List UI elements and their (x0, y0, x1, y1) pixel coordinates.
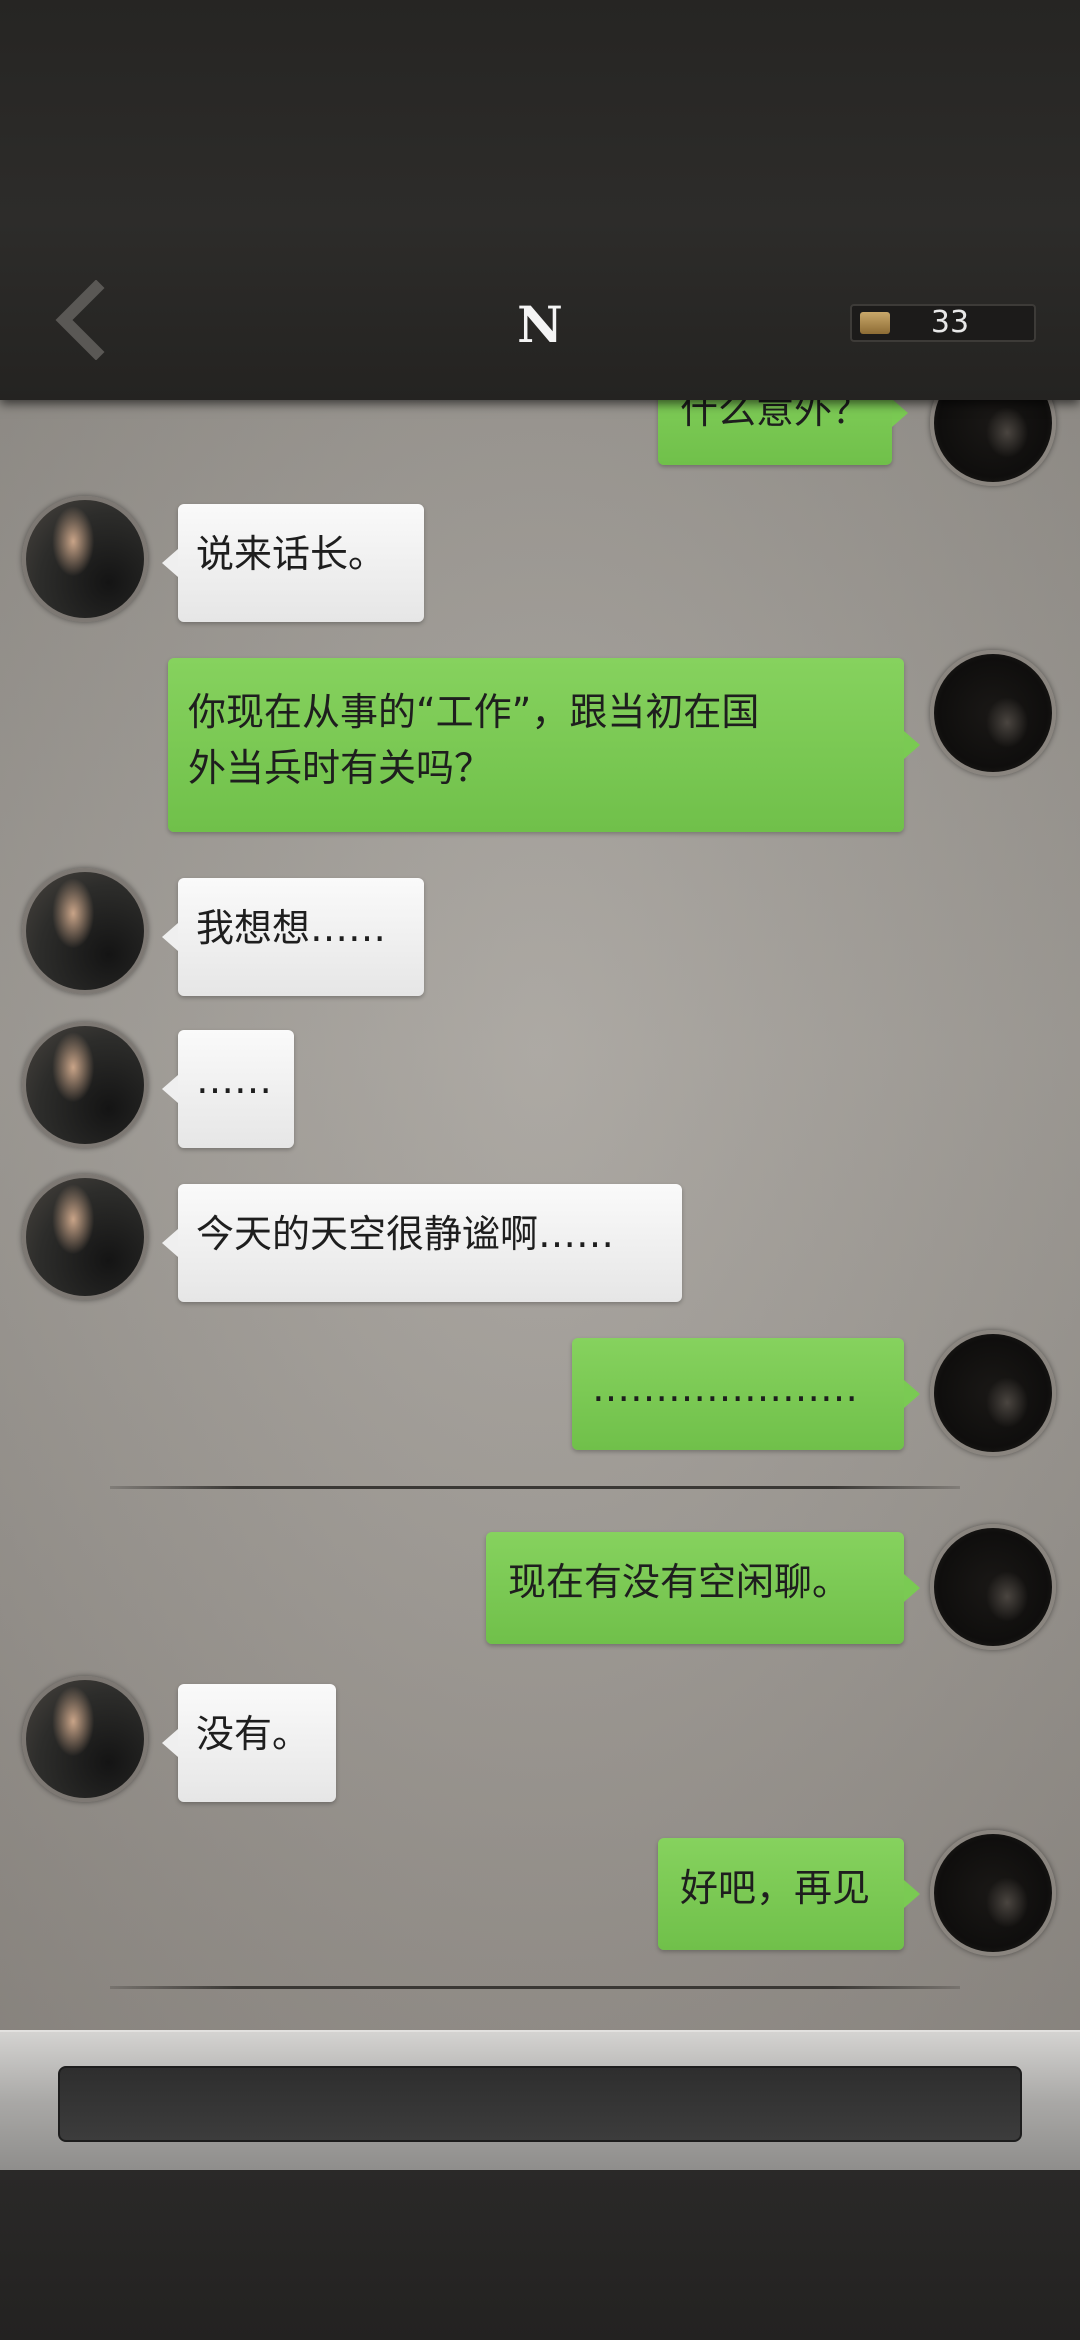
message-text: 没有。 (196, 1712, 311, 1756)
contact-avatar[interactable] (22, 1676, 148, 1802)
player-avatar (930, 1524, 1056, 1650)
message-text-line: 你现在从事的“工作”，跟当初在国 (188, 690, 760, 734)
message-text: ………………… (592, 1366, 858, 1410)
reply-options-panel (0, 2170, 1080, 2340)
chat-area[interactable]: 什么意外？ 说来话长。 你现在从事的“工作”，跟当初在国 外当兵时有关吗？ 我想… (0, 400, 1080, 2030)
message-bubble: ………………… (572, 1338, 920, 1450)
message-bubble: …… (162, 1030, 294, 1148)
contact-avatar[interactable] (22, 868, 148, 994)
chat-divider (110, 1986, 960, 1989)
contact-avatar[interactable] (22, 1022, 148, 1148)
message-text-line: 外当兵时有关吗？ (188, 746, 493, 790)
message-input[interactable] (58, 2066, 1022, 2142)
gold-bar-icon (860, 312, 890, 334)
message-text: 我想想…… (196, 906, 387, 950)
message-text: 说来话长。 (196, 532, 387, 576)
message-bubble: 没有。 (162, 1684, 336, 1802)
message-text: 好吧，再见 (680, 1866, 871, 1910)
player-avatar (930, 1330, 1056, 1456)
message-bubble: 现在有没有空闲聊。 (486, 1532, 920, 1644)
contact-avatar[interactable] (22, 496, 148, 622)
message-text: 今天的天空很静谧啊…… (196, 1212, 615, 1256)
back-button[interactable] (50, 279, 110, 361)
currency-counter: 33 (850, 304, 1036, 342)
message-text: 现在有没有空闲聊。 (508, 1560, 851, 1604)
message-text: …… (196, 1058, 272, 1102)
message-bubble: 什么意外？ (658, 400, 909, 465)
top-bar: N 33 (0, 0, 1080, 400)
player-avatar (930, 400, 1056, 486)
chevron-left-icon (55, 279, 105, 361)
chat-title: N (517, 295, 563, 354)
message-bubble: 我想想…… (162, 878, 424, 996)
message-bubble: 说来话长。 (162, 504, 424, 622)
message-bubble: 好吧，再见 (658, 1838, 920, 1950)
message-text: 什么意外？ (680, 400, 871, 432)
player-avatar (930, 1830, 1056, 1956)
message-bubble: 你现在从事的“工作”，跟当初在国 外当兵时有关吗？ (168, 658, 920, 832)
message-bubble: 今天的天空很静谧啊…… (162, 1184, 682, 1302)
input-bar (0, 2030, 1080, 2172)
currency-value: 33 (930, 305, 970, 340)
chat-divider (110, 1486, 960, 1489)
contact-avatar[interactable] (22, 1174, 148, 1300)
player-avatar (930, 650, 1056, 776)
